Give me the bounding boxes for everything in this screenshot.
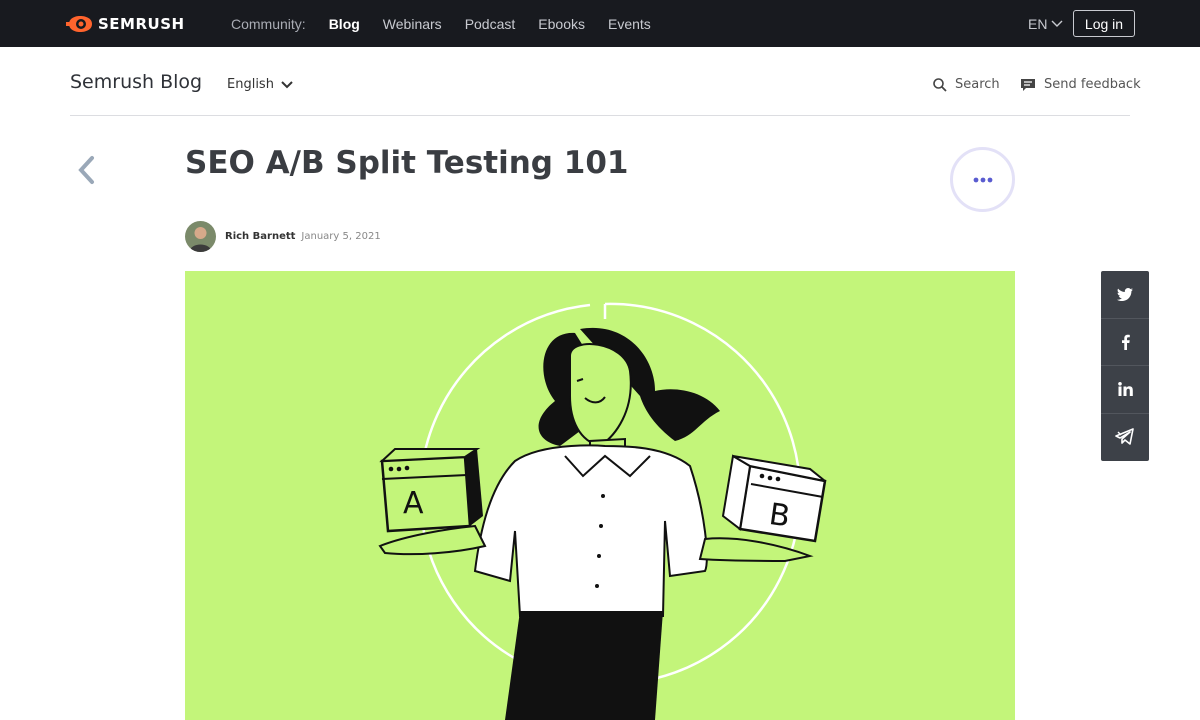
blog-language-select[interactable]: English [227,77,293,92]
more-options-button[interactable] [950,147,1015,212]
share-linkedin-button[interactable] [1101,366,1149,414]
nav-item-podcast[interactable]: Podcast [465,16,516,32]
language-code: EN [1028,16,1048,32]
search-icon [933,77,947,92]
semrush-flame-icon [66,16,92,32]
login-button[interactable]: Log in [1073,10,1135,37]
community-nav: Community: Blog Webinars Podcast Ebooks … [231,0,674,47]
author-row: Rich Barnett January 5, 2021 [185,221,381,252]
nav-item-ebooks[interactable]: Ebooks [538,16,585,32]
share-facebook-button[interactable] [1101,319,1149,366]
top-navbar: SEMRUSH Community: Blog Webinars Podcast… [0,0,1200,47]
nav-label-community: Community: [231,15,306,32]
nav-item-events[interactable]: Events [608,16,651,32]
share-twitter-button[interactable] [1101,271,1149,319]
semrush-logo[interactable]: SEMRUSH [66,14,185,34]
telegram-icon [1115,428,1134,446]
author-name[interactable]: Rich Barnett [225,231,295,242]
facebook-icon [1121,334,1130,350]
blog-language-label: English [227,77,274,92]
avatar[interactable] [185,221,216,252]
nav-item-blog[interactable]: Blog [329,16,360,32]
chevron-left-icon [78,156,94,184]
language-switcher[interactable]: EN [1028,16,1063,32]
share-bar [1101,271,1149,461]
search-link[interactable]: Search [933,77,1000,92]
search-label: Search [955,77,1000,92]
share-telegram-button[interactable] [1101,414,1149,462]
chevron-down-icon [1051,20,1063,27]
chevron-down-icon [281,80,293,88]
back-button[interactable] [75,155,97,189]
linkedin-icon [1117,382,1133,397]
feedback-label: Send feedback [1044,77,1141,92]
twitter-icon [1117,287,1133,301]
ellipsis-icon [973,177,992,182]
nav-item-webinars[interactable]: Webinars [383,16,442,32]
hero-image: A B [185,271,1015,720]
blog-title[interactable]: Semrush Blog [70,71,202,93]
send-feedback-link[interactable]: Send feedback [1020,77,1141,92]
box-a-letter: A [403,486,424,521]
header-divider [70,115,1130,116]
publish-date: January 5, 2021 [301,231,381,242]
chat-bubble-icon [1021,78,1035,91]
logo-text: SEMRUSH [98,15,185,33]
article-title: SEO A/B Split Testing 101 [185,145,629,181]
